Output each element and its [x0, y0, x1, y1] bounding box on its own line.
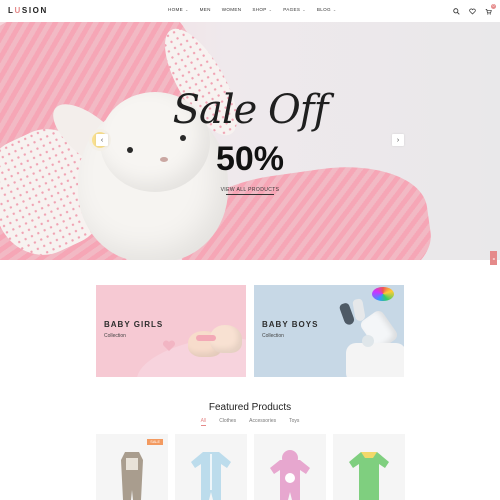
- featured-title: Featured Products: [208, 402, 292, 413]
- bunny-eye-left: [127, 147, 133, 153]
- chevron-down-icon: ⌄: [332, 7, 337, 12]
- site-header: LUSION HOME ⌄ MEN WOMEN SHOP ⌄ PAGES ⌄ BLOG…: [0, 0, 500, 22]
- chevron-down-icon: ⌄: [302, 7, 306, 12]
- logo-accent: U: [14, 6, 22, 15]
- banner-baby-girls[interactable]: BABY GIRLS Collection: [96, 285, 246, 377]
- filter-clothes[interactable]: Clothes: [219, 418, 236, 426]
- nav-label: BLOG: [316, 7, 331, 12]
- product-card[interactable]: [254, 434, 326, 500]
- view-all-products-link[interactable]: VIEW ALL PRODUCTS: [200, 187, 300, 193]
- nav-item-home[interactable]: HOME ⌄: [168, 7, 189, 12]
- pacifier: [362, 335, 374, 347]
- nav-item-men[interactable]: MEN: [200, 7, 211, 12]
- filter-all[interactable]: All: [200, 418, 206, 426]
- hooded-romper-image: [270, 450, 310, 500]
- product-card[interactable]: [175, 434, 247, 500]
- heart-decoration-icon: [162, 340, 176, 351]
- nav-label: MEN: [199, 7, 211, 12]
- nav-item-shop[interactable]: SHOP ⌄: [252, 7, 272, 12]
- nav-item-women[interactable]: WOMEN: [222, 7, 242, 12]
- main-nav: HOME ⌄ MEN WOMEN SHOP ⌄ PAGES ⌄ BLOG ⌄: [168, 7, 337, 12]
- nav-label: WOMEN: [221, 7, 242, 12]
- sleepsuit-image: [349, 452, 389, 500]
- nav-label: SHOP: [252, 7, 267, 12]
- nav-label: HOME: [168, 7, 183, 12]
- hero-script-title: Sale Off: [172, 87, 329, 133]
- romper-image: [121, 452, 143, 500]
- filter-toys[interactable]: Toys: [289, 418, 299, 426]
- banner-title: BABY GIRLS: [104, 320, 164, 329]
- chevron-down-icon: ⌄: [268, 7, 273, 12]
- banner-subtitle: Collection: [262, 333, 284, 339]
- chevron-down-icon: ⌄: [184, 7, 189, 12]
- slider-prev-button[interactable]: ‹: [96, 134, 108, 146]
- side-settings-tab[interactable]: ◂: [490, 251, 497, 265]
- search-icon[interactable]: [452, 7, 460, 15]
- slider-next-button[interactable]: ›: [392, 134, 404, 146]
- product-card[interactable]: [333, 434, 405, 500]
- banner-subtitle: Collection: [104, 333, 126, 339]
- product-filters: All Clothes Accessories Toys: [0, 418, 500, 426]
- nav-item-pages[interactable]: PAGES ⌄: [283, 7, 306, 12]
- site-logo[interactable]: LUSION: [8, 6, 48, 15]
- baby-clothes: [346, 343, 404, 377]
- heart-icon[interactable]: [468, 7, 476, 15]
- banner-baby-boys[interactable]: BABY BOYS Collection: [254, 285, 404, 377]
- onesie-image: [191, 452, 231, 500]
- filter-accessories[interactable]: Accessories: [249, 418, 276, 426]
- banner-title: BABY BOYS: [262, 320, 319, 329]
- cart-icon[interactable]: 0: [484, 4, 496, 15]
- shoe-bow: [196, 335, 216, 341]
- rattle-ring: [372, 287, 394, 301]
- header-icons: 0: [452, 4, 496, 15]
- hero-slider: Sale Off 50% VIEW ALL PRODUCTS ‹ ›: [0, 22, 500, 260]
- sale-badge: SALE: [147, 439, 163, 445]
- cart-count-badge: 0: [491, 4, 496, 9]
- nav-item-blog[interactable]: BLOG ⌄: [317, 7, 337, 12]
- product-card[interactable]: SALE: [96, 434, 168, 500]
- logo-rest: SION: [21, 6, 48, 15]
- nav-label: PAGES: [283, 7, 301, 12]
- hero-discount: 50%: [215, 140, 285, 178]
- link-underline: [226, 194, 274, 195]
